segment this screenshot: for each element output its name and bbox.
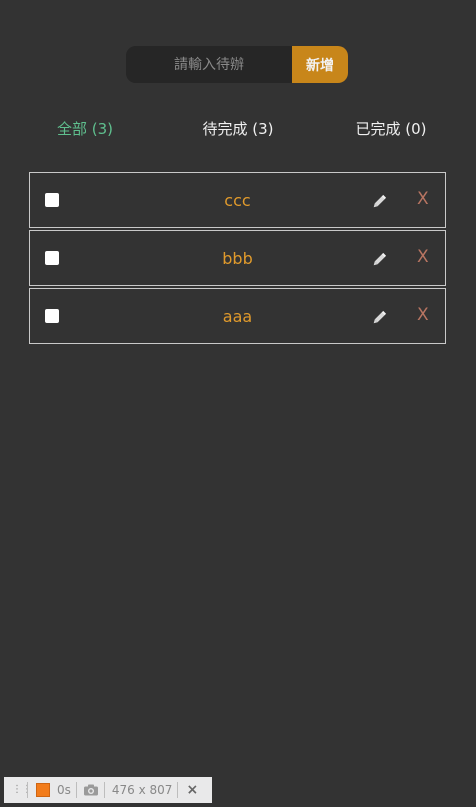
todo-item: ccc X <box>29 172 446 228</box>
todo-checkbox[interactable] <box>45 309 59 323</box>
camera-icon[interactable] <box>83 784 99 796</box>
devtools-bar: ⋮⋮ 0s 476 x 807 × <box>4 777 212 803</box>
tab-completed[interactable]: 已完成 (0) <box>355 118 426 139</box>
tab-all[interactable]: 全部 (3) <box>57 118 113 139</box>
pencil-icon[interactable] <box>370 309 388 327</box>
delete-button[interactable]: X <box>417 189 431 209</box>
grip-icon[interactable]: ⋮⋮ <box>12 785 32 795</box>
todo-input-group: 新增 <box>126 46 348 83</box>
add-button[interactable]: 新增 <box>292 46 348 83</box>
todo-checkbox[interactable] <box>45 251 59 265</box>
record-icon[interactable] <box>36 783 50 797</box>
tab-pending[interactable]: 待完成 (3) <box>202 118 273 139</box>
timer-text: 0s <box>57 783 71 797</box>
todo-item: aaa X <box>29 288 446 344</box>
divider <box>75 782 77 798</box>
pencil-icon[interactable] <box>370 193 388 211</box>
delete-button[interactable]: X <box>417 305 431 325</box>
delete-button[interactable]: X <box>417 247 431 267</box>
todo-input[interactable] <box>126 46 292 83</box>
todo-item: bbb X <box>29 230 446 286</box>
divider <box>103 782 105 798</box>
viewport-size: 476 x 807 <box>111 783 173 797</box>
pencil-icon[interactable] <box>370 251 388 269</box>
divider <box>27 782 28 798</box>
todo-checkbox[interactable] <box>45 193 59 207</box>
close-icon[interactable]: × <box>186 782 198 798</box>
divider <box>177 782 179 798</box>
todo-list: ccc X bbb X aaa X <box>29 172 446 346</box>
filter-tabs: 全部 (3) 待完成 (3) 已完成 (0) <box>0 118 476 140</box>
